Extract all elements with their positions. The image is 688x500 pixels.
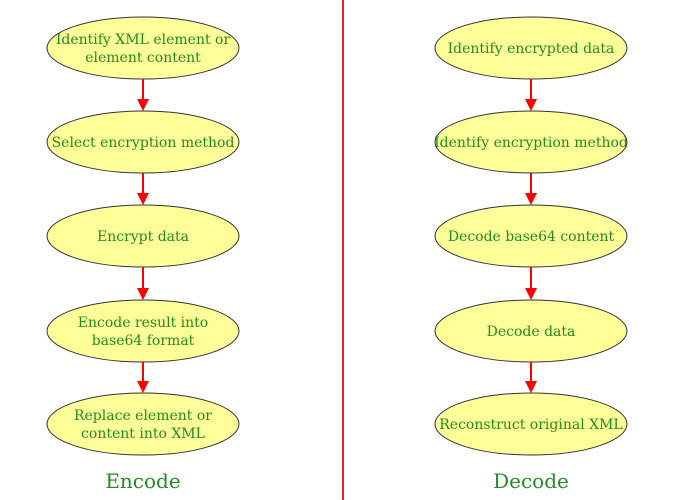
- arrow-head-icon: [137, 99, 149, 111]
- step-label: Decode data: [487, 324, 576, 340]
- arrow-head-icon: [525, 193, 537, 205]
- step-label: element content: [85, 50, 201, 66]
- step-ellipse: [46, 392, 240, 456]
- encode-step-node: Encode result into base64 format: [46, 299, 240, 363]
- step-label: Select encryption method: [52, 135, 235, 151]
- arrow-head-icon: [525, 381, 537, 393]
- arrow-head-icon: [137, 381, 149, 393]
- step-ellipse: [46, 299, 240, 363]
- flow-diagram: Identify XML element or element content Se…: [46, 0, 628, 500]
- encode-step-node: Select encryption method: [46, 110, 240, 174]
- step-label: content into XML: [81, 426, 205, 442]
- encode-column-label: Encode: [105, 469, 180, 493]
- encode-step-node: Replace element or content into XML: [46, 392, 240, 456]
- encode-column: Identify XML element or element content Se…: [46, 16, 240, 493]
- decode-step-node: Identify encrypted data: [434, 16, 628, 80]
- step-label: base64 format: [92, 333, 195, 349]
- step-label: Encrypt data: [97, 229, 189, 245]
- encode-step-node: Encrypt data: [46, 204, 240, 268]
- decode-step-node: Identify encryption method: [434, 110, 628, 174]
- step-label: Replace element or: [74, 408, 212, 424]
- flow-arrow: [525, 79, 537, 111]
- encode-step-node: Identify XML element or element content: [46, 16, 240, 80]
- arrow-head-icon: [525, 99, 537, 111]
- flow-arrow: [137, 79, 149, 111]
- flow-arrow: [137, 362, 149, 393]
- step-label: Encode result into: [78, 315, 208, 331]
- arrow-head-icon: [525, 288, 537, 300]
- decode-step-node: Reconstruct original XML: [434, 392, 628, 456]
- decode-step-node: Decode data: [434, 299, 628, 363]
- flow-arrow: [137, 173, 149, 205]
- decode-step-node: Decode base64 content: [434, 204, 628, 268]
- flow-arrow: [525, 362, 537, 393]
- flow-arrow: [137, 267, 149, 300]
- step-label: Identify encryption method: [434, 135, 628, 151]
- arrow-head-icon: [137, 193, 149, 205]
- flow-arrow: [525, 267, 537, 300]
- step-label: Decode base64 content: [448, 229, 615, 245]
- decode-column-label: Decode: [493, 469, 569, 493]
- step-label: Identify XML element or: [56, 32, 231, 48]
- arrow-head-icon: [137, 288, 149, 300]
- decode-column: Identify encrypted data Identify encrypti…: [434, 16, 628, 493]
- step-label: Reconstruct original XML: [439, 417, 622, 433]
- step-ellipse: [46, 16, 240, 80]
- flow-arrow: [525, 173, 537, 205]
- step-label: Identify encrypted data: [448, 41, 615, 57]
